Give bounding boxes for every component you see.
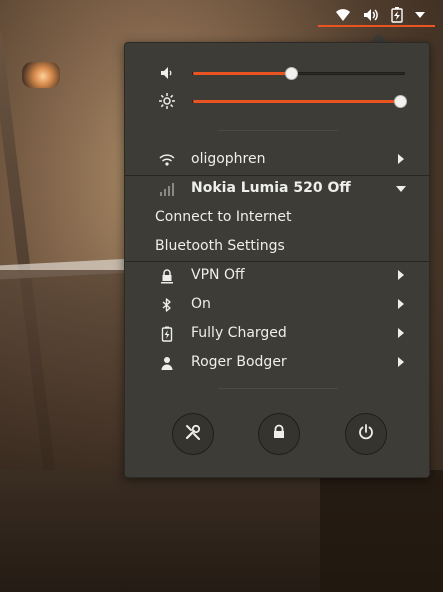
volume-icon[interactable] — [363, 8, 379, 22]
signal-icon — [159, 181, 175, 197]
volume-icon — [159, 65, 175, 81]
volume-slider[interactable] — [192, 67, 405, 80]
mobile-network-label: Nokia Lumia 520 Off — [191, 180, 351, 196]
wallpaper-building — [0, 270, 130, 470]
wallpaper-shadow — [320, 470, 443, 592]
battery-icon — [159, 326, 175, 342]
volume-slider-row — [125, 62, 431, 84]
settings-icon — [184, 423, 202, 445]
separator — [218, 130, 338, 131]
vpn-lock-icon — [159, 268, 175, 284]
menu-item-mobile-network[interactable]: Nokia Lumia 520 Off — [125, 174, 431, 203]
settings-button[interactable] — [172, 413, 214, 455]
chevron-right-icon — [398, 357, 404, 367]
bluetooth-icon — [159, 297, 175, 313]
lock-icon — [271, 423, 287, 445]
active-indicator-underline — [318, 25, 435, 27]
volume-slider-fill — [193, 72, 291, 75]
user-icon — [159, 355, 175, 371]
wallpaper-lamp — [22, 62, 60, 88]
vpn-label: VPN Off — [191, 267, 245, 283]
system-indicators[interactable] — [327, 4, 433, 26]
menu-item-bluetooth[interactable]: On — [125, 290, 431, 319]
chevron-right-icon — [398, 299, 404, 309]
wifi-icon[interactable] — [335, 8, 351, 22]
user-label: Roger Bodger — [191, 354, 287, 370]
brightness-icon — [159, 93, 175, 109]
submenu-connect-internet[interactable]: Connect to Internet — [125, 203, 431, 232]
chevron-down-icon[interactable] — [415, 11, 425, 19]
battery-label: Fully Charged — [191, 325, 287, 341]
chevron-down-icon — [396, 186, 406, 192]
chevron-right-icon — [398, 270, 404, 280]
chevron-right-icon — [398, 154, 404, 164]
lock-button[interactable] — [258, 413, 300, 455]
menu-item-battery[interactable]: Fully Charged — [125, 319, 431, 348]
battery-icon[interactable] — [391, 7, 403, 23]
submenu-bluetooth-settings[interactable]: Bluetooth Settings — [125, 232, 431, 261]
menu-item-user[interactable]: Roger Bodger — [125, 348, 431, 377]
chevron-right-icon — [398, 328, 404, 338]
brightness-slider-row — [125, 90, 431, 112]
power-icon — [357, 423, 375, 445]
brightness-slider-fill — [193, 100, 406, 103]
volume-slider-knob[interactable] — [285, 67, 298, 80]
connect-internet-label: Connect to Internet — [155, 209, 292, 225]
menu-item-wifi[interactable]: oligophren — [125, 145, 431, 174]
bluetooth-label: On — [191, 296, 211, 312]
menu-pointer — [370, 33, 388, 42]
wifi-label: oligophren — [191, 151, 266, 167]
wifi-icon — [159, 152, 175, 168]
system-menu: oligophren Nokia Lumia 520 Off Connect t… — [124, 42, 431, 478]
brightness-slider-knob[interactable] — [394, 95, 407, 108]
power-button[interactable] — [345, 413, 387, 455]
bluetooth-settings-label: Bluetooth Settings — [155, 238, 285, 254]
menu-item-vpn[interactable]: VPN Off — [125, 261, 431, 290]
separator — [218, 388, 338, 389]
brightness-slider[interactable] — [192, 95, 407, 108]
